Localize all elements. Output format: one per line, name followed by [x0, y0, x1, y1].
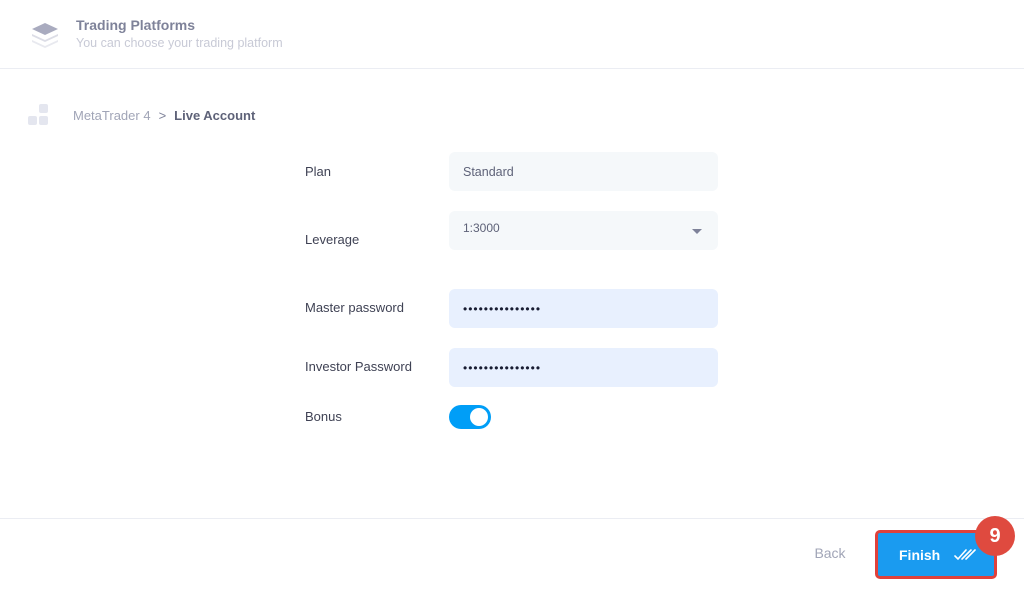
master-password-value: ••••••••••••••• [463, 301, 542, 316]
master-password-input[interactable]: ••••••••••••••• [449, 289, 718, 328]
plan-value: Standard [463, 164, 514, 179]
apps-grid-icon [28, 104, 50, 126]
investor-password-value: ••••••••••••••• [463, 360, 542, 375]
layers-icon [32, 23, 58, 48]
bonus-label: Bonus [305, 409, 342, 424]
header-subtitle: You can choose your trading platform [76, 36, 283, 50]
plan-field[interactable]: Standard [449, 152, 718, 191]
caret-down-icon [692, 229, 702, 234]
investor-password-label: Investor Password [305, 359, 412, 374]
bonus-toggle[interactable] [449, 405, 491, 429]
breadcrumb: MetaTrader 4 > Live Account [28, 104, 255, 126]
breadcrumb-separator: > [158, 107, 167, 123]
plan-label: Plan [305, 164, 332, 179]
leverage-select[interactable]: 1:3000 [449, 211, 718, 250]
page-header: Trading Platforms You can choose your tr… [0, 0, 1024, 69]
double-check-icon [954, 548, 977, 560]
back-button[interactable]: Back [800, 537, 860, 569]
leverage-value: 1:3000 [463, 221, 500, 235]
leverage-label: Leverage [305, 232, 360, 247]
header-title: Trading Platforms [76, 17, 196, 33]
breadcrumb-current: Live Account [174, 107, 256, 123]
step-badge: 9 [975, 516, 1015, 556]
master-password-label: Master password [305, 300, 404, 315]
investor-password-input[interactable]: ••••••••••••••• [449, 348, 718, 387]
toggle-knob [470, 408, 488, 426]
footer-divider [0, 518, 1024, 519]
breadcrumb-item-metatrader[interactable]: MetaTrader 4 [73, 108, 151, 123]
finish-label: Finish [899, 546, 941, 563]
